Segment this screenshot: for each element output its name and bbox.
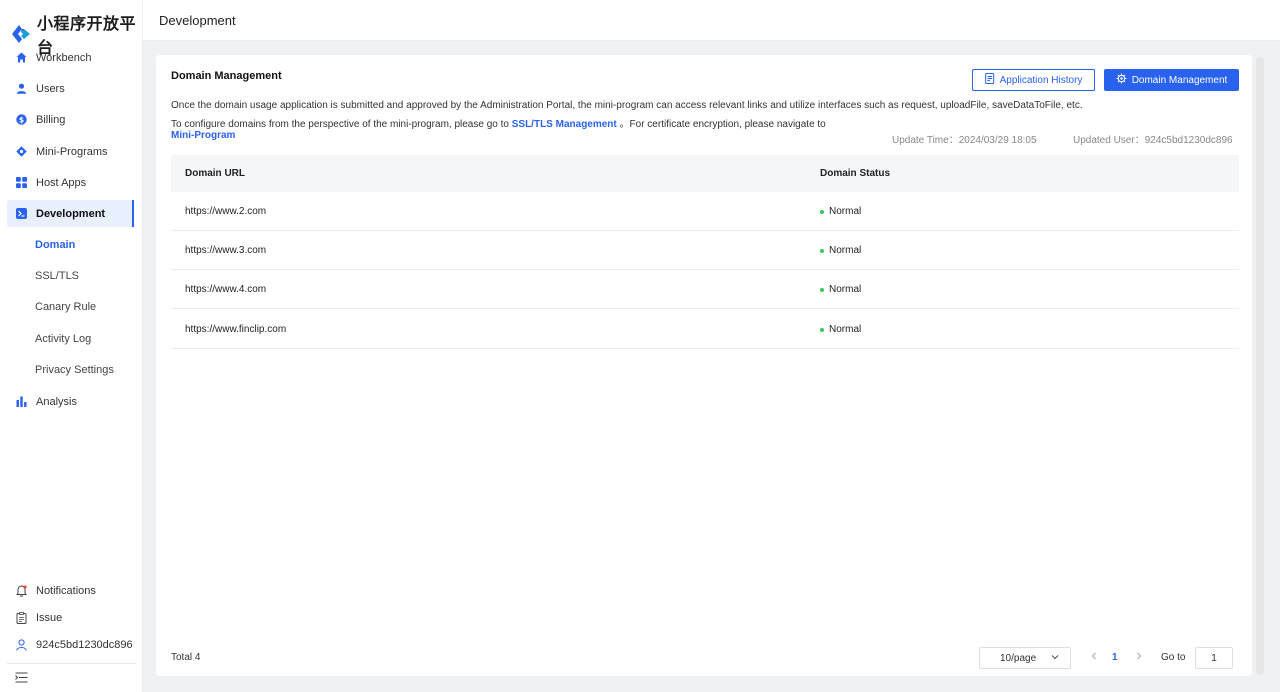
updated-user-value: 924c5bd1230dc896: [1144, 135, 1233, 146]
application-history-button[interactable]: Application History: [972, 69, 1095, 91]
sidebar-subitem-ssl-tls[interactable]: SSL/TLS: [35, 270, 79, 282]
sidebar-item-development[interactable]: Development: [7, 200, 134, 227]
grid-icon: [16, 177, 27, 188]
chevron-down-icon: [1050, 652, 1060, 665]
table-row: https://www.2.com Normal: [171, 192, 1239, 231]
document-icon: [984, 73, 995, 87]
card-title: Domain Management: [171, 70, 282, 82]
total-count: Total 4: [171, 652, 201, 663]
status-dot: [820, 209, 824, 214]
next-page-icon[interactable]: [1135, 651, 1143, 664]
application-history-label: Application History: [999, 74, 1083, 86]
domain-status-cell: Normal: [820, 284, 861, 295]
page-size-select[interactable]: 10/page: [979, 647, 1071, 669]
description-line-2-prefix: To configure domains from the perspectiv…: [171, 119, 509, 130]
table-header: Domain URL Domain Status: [171, 155, 1239, 192]
sidebar-subitem-privacy-settings[interactable]: Privacy Settings: [35, 364, 114, 376]
sidebar-subitem-activity-log[interactable]: Activity Log: [35, 333, 91, 345]
goto-page-input[interactable]: 1: [1195, 647, 1233, 669]
vertical-scrollbar[interactable]: [1256, 57, 1264, 675]
status-text: Normal: [829, 245, 862, 256]
description-line-2-suffix: 。For certificate encryption, please navi…: [619, 119, 826, 130]
collapse-menu-icon[interactable]: [15, 672, 28, 686]
sidebar-item-label: 924c5bd1230dc896: [36, 638, 133, 651]
domain-status-cell: Normal: [820, 206, 861, 217]
sidebar: 小程序开放平台 Workbench Users $ Billing Mini-P…: [0, 0, 143, 692]
sidebar-item-workbench[interactable]: Workbench: [7, 44, 134, 71]
status-text: Normal: [829, 284, 862, 295]
svg-text:$: $: [19, 115, 24, 124]
description-line-2: To configure domains from the perspectiv…: [171, 115, 826, 130]
sidebar-item-billing[interactable]: $ Billing: [7, 106, 134, 133]
table-row: https://www.3.com Normal: [171, 231, 1239, 270]
column-header-domain-url: Domain URL: [185, 168, 245, 179]
diamond-icon: [16, 146, 27, 157]
domain-management-label: Domain Management: [1131, 74, 1228, 86]
user-icon: [16, 83, 27, 94]
sidebar-item-label: Mini-Programs: [36, 145, 108, 158]
goto-label: Go to: [1161, 652, 1186, 663]
domain-url-cell: https://www.2.com: [185, 206, 267, 217]
sidebar-item-user-account[interactable]: 924c5bd1230dc896: [7, 631, 134, 658]
sidebar-item-label: Issue: [36, 611, 63, 624]
bar-chart-icon: [16, 396, 27, 407]
prev-page-icon[interactable]: [1090, 651, 1098, 664]
sidebar-item-label: Development: [36, 207, 106, 220]
sidebar-item-notifications[interactable]: Notifications: [7, 577, 134, 604]
status-dot: [820, 327, 824, 332]
sidebar-item-label: Host Apps: [36, 176, 87, 189]
description-line-1: Once the domain usage application is sub…: [171, 100, 1083, 111]
update-time-label: Update Time：: [892, 135, 959, 146]
page-size-value: 10/page: [1000, 652, 1037, 664]
domain-management-card: Domain Management Application History Do…: [156, 55, 1252, 676]
clipboard-icon: [16, 611, 27, 624]
sidebar-divider: [7, 663, 136, 664]
status-dot: [820, 287, 824, 292]
updated-user: Updated User：924c5bd1230dc896: [1073, 131, 1233, 146]
sidebar-item-label: Billing: [36, 113, 66, 126]
update-time-value: 2024/03/29 18:05: [958, 135, 1037, 146]
ssl-tls-management-link[interactable]: SSL/TLS Management: [512, 119, 617, 130]
status-dot: [820, 248, 824, 253]
sidebar-item-mini-programs[interactable]: Mini-Programs: [7, 138, 134, 165]
gear-icon: [1116, 73, 1127, 87]
sidebar-subitem-canary-rule[interactable]: Canary Rule: [35, 301, 96, 313]
current-page[interactable]: 1: [1112, 652, 1118, 663]
billing-icon: $: [16, 114, 27, 125]
sidebar-item-analysis[interactable]: Analysis: [7, 388, 134, 415]
home-icon: [16, 52, 27, 63]
update-time: Update Time：2024/03/29 18:05: [892, 131, 1037, 146]
person-outline-icon: [16, 638, 27, 651]
updated-user-label: Updated User：: [1073, 135, 1145, 146]
domain-url-cell: https://www.3.com: [185, 245, 267, 256]
status-text: Normal: [829, 324, 862, 335]
status-text: Normal: [829, 206, 862, 217]
domain-url-cell: https://www.4.com: [185, 284, 267, 295]
sidebar-item-label: Workbench: [36, 51, 92, 64]
table-row: https://www.4.com Normal: [171, 270, 1239, 309]
domain-status-cell: Normal: [820, 245, 861, 256]
top-header: Development: [143, 0, 1280, 41]
terminal-icon: [16, 208, 27, 219]
page-title: Development: [159, 13, 236, 28]
sidebar-item-host-apps[interactable]: Host Apps: [7, 169, 134, 196]
sidebar-item-issue[interactable]: Issue: [7, 604, 134, 631]
column-header-domain-status: Domain Status: [820, 168, 891, 179]
bell-icon: [16, 584, 27, 597]
sidebar-item-label: Notifications: [36, 584, 96, 597]
domain-management-button[interactable]: Domain Management: [1104, 69, 1239, 91]
logo-icon: [10, 23, 32, 45]
domain-status-cell: Normal: [820, 324, 861, 335]
mini-program-link[interactable]: Mini-Program: [171, 130, 235, 141]
table-row: https://www.finclip.com Normal: [171, 310, 1239, 349]
sidebar-item-label: Users: [36, 82, 65, 95]
sidebar-subitem-domain[interactable]: Domain: [35, 239, 75, 251]
domain-url-cell: https://www.finclip.com: [185, 324, 287, 335]
sidebar-item-users[interactable]: Users: [7, 75, 134, 102]
sidebar-item-label: Analysis: [36, 395, 77, 408]
